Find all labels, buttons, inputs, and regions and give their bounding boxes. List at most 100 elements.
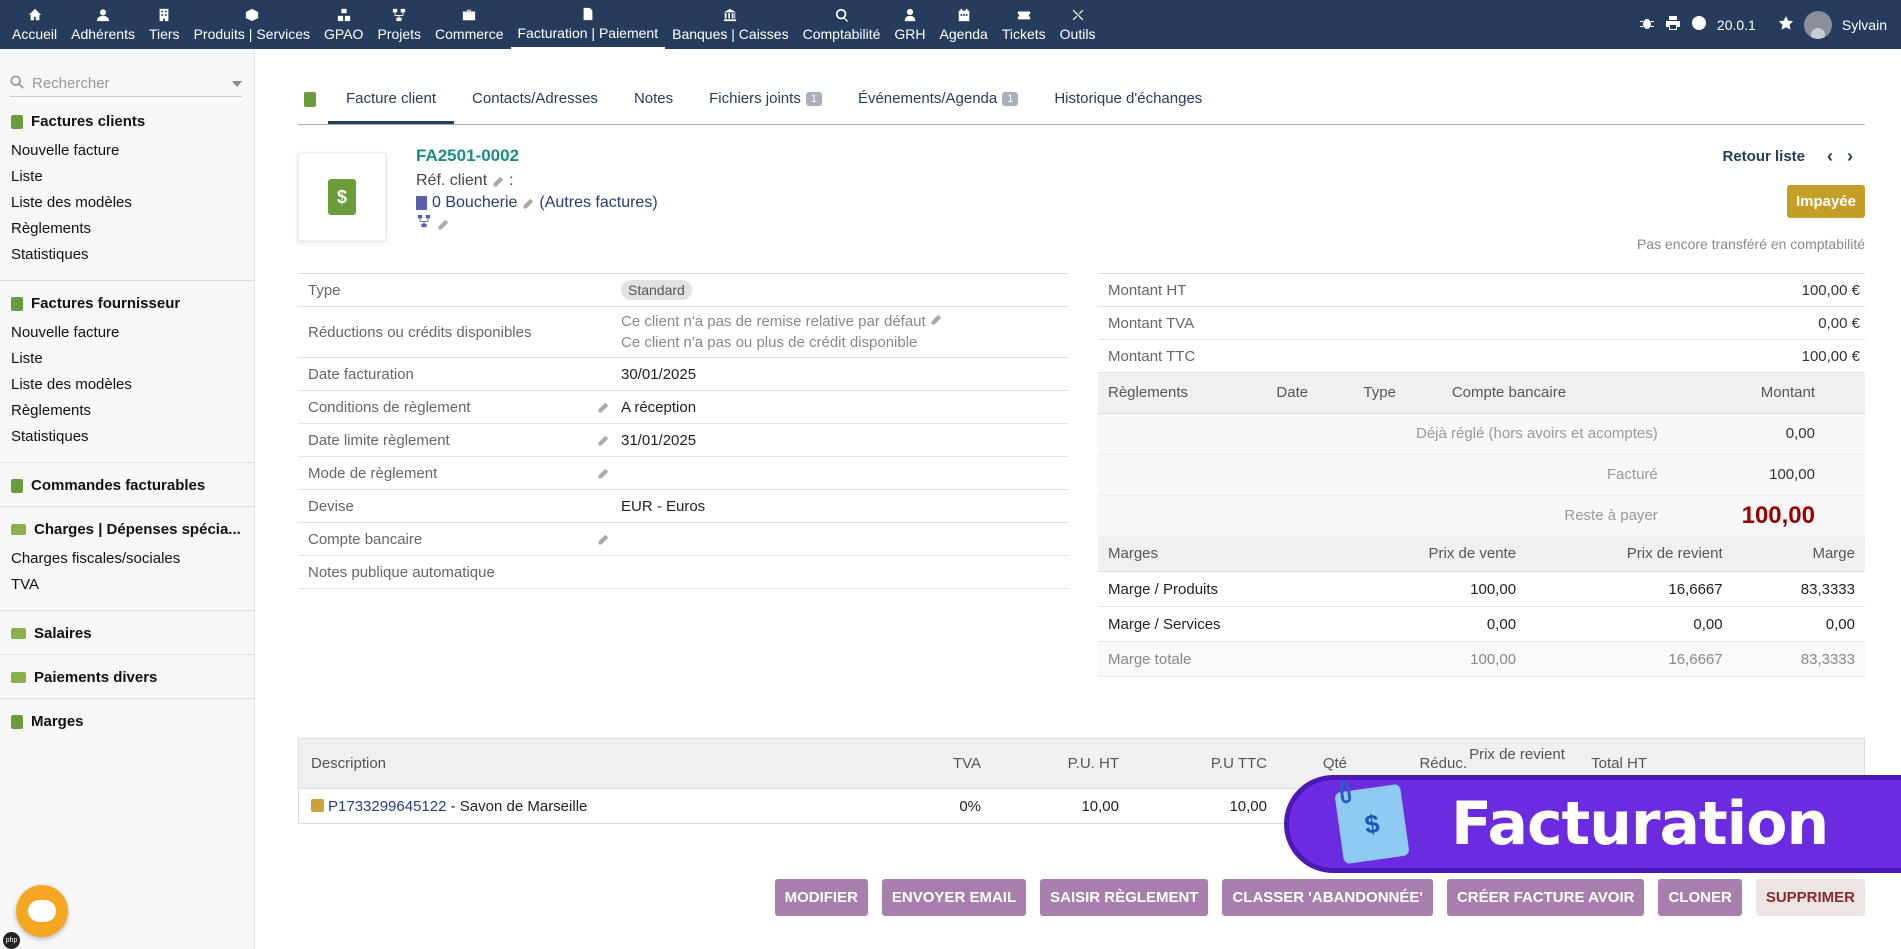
sidebar-item[interactable]: Règlements: [11, 216, 243, 242]
invoice-icon: [580, 6, 596, 22]
bank-icon: [722, 7, 738, 23]
modify-button[interactable]: MODIFIER: [774, 879, 868, 916]
search-icon: [10, 74, 24, 93]
sidebar-title[interactable]: Factures fournisseur: [11, 295, 243, 312]
tab-badge: 1: [805, 91, 822, 106]
topnav-projets[interactable]: Projets: [370, 0, 428, 49]
delete-button[interactable]: SUPPRIMER: [1755, 879, 1865, 916]
sidebar-item[interactable]: Statistiques: [11, 424, 243, 450]
sidebar-item[interactable]: Liste des modèles: [11, 190, 243, 216]
topnav-banques[interactable]: Banques | Caisses: [665, 0, 795, 49]
sidebar-item[interactable]: Nouvelle facture: [11, 138, 243, 164]
edit-pencil-icon[interactable]: [492, 175, 504, 187]
edit-pencil-icon[interactable]: [437, 218, 449, 230]
topnav-grh[interactable]: GRH: [887, 0, 932, 49]
topnav-outils[interactable]: Outils: [1053, 0, 1103, 49]
topnav-agenda[interactable]: Agenda: [933, 0, 995, 49]
tab-fichiers-joints[interactable]: Fichiers joints 1: [691, 90, 840, 124]
topnav-tickets[interactable]: Tickets: [995, 0, 1053, 49]
search-input[interactable]: Rechercher: [32, 75, 110, 92]
back-to-list-link[interactable]: Retour liste: [1722, 148, 1805, 165]
field-row: Mode de règlement: [298, 457, 1068, 490]
sidebar-title[interactable]: Commandes facturables: [11, 477, 243, 494]
clone-button[interactable]: CLONER: [1658, 879, 1742, 916]
chevron-down-icon[interactable]: [232, 80, 242, 87]
sidebar-item[interactable]: Règlements: [11, 398, 243, 424]
table-row: Déjà réglé (hors avoirs et acomptes) 0,0…: [1098, 413, 1865, 455]
status-badge: Impayée: [1786, 185, 1865, 218]
field-row: Réductions ou crédits disponibles Ce cli…: [298, 307, 1068, 358]
topnav-gpao[interactable]: GPAO: [317, 0, 370, 49]
product-link[interactable]: P1733299645122: [328, 798, 446, 815]
sidebar-title[interactable]: Paiements divers: [11, 669, 243, 686]
thirdparty-link[interactable]: 0 Boucherie: [432, 194, 517, 212]
topnav-produits[interactable]: Produits | Services: [187, 0, 317, 49]
avatar[interactable]: [1803, 10, 1832, 39]
field-label: Mode de règlement: [298, 465, 621, 482]
topnav-adherents[interactable]: Adhérents: [64, 0, 142, 49]
thirdparty-line: 0 Boucherie (Autres factures): [416, 194, 658, 212]
invoice-ref: FA2501-0002: [416, 146, 520, 165]
tab-notes[interactable]: Notes: [616, 90, 691, 124]
sidebar-title[interactable]: Factures clients: [11, 113, 243, 130]
amount-due: 100,00: [1667, 495, 1825, 537]
topnav-facturation[interactable]: Facturation | Paiement: [510, 0, 666, 49]
sidebar-item[interactable]: Statistiques: [11, 242, 243, 268]
edit-pencil-icon[interactable]: [930, 311, 942, 325]
tab-badge: 1: [1002, 91, 1019, 106]
tab-evenements[interactable]: Événements/Agenda 1: [840, 90, 1036, 124]
bookmark-star-icon[interactable]: [1778, 15, 1794, 34]
promo-banner: $ Facturation: [1284, 775, 1901, 873]
field-value: [621, 568, 1068, 576]
credit-note-button[interactable]: CRÉER FACTURE AVOIR: [1446, 879, 1645, 916]
sidebar-item[interactable]: TVA: [11, 572, 243, 598]
amount-row: Montant TTC 100,00 €: [1098, 340, 1865, 373]
php-debug-icon[interactable]: php: [3, 932, 20, 949]
other-invoices-link[interactable]: (Autres factures): [539, 194, 657, 212]
sidebar-title[interactable]: Marges: [11, 713, 243, 730]
sidebar-item[interactable]: Charges fiscales/sociales: [11, 546, 243, 572]
topnav-commerce[interactable]: Commerce: [428, 0, 510, 49]
edit-pencil-icon[interactable]: [597, 467, 609, 479]
sidebar: Rechercher Factures clients Nouvelle fac…: [0, 49, 255, 949]
help-icon[interactable]: [1691, 15, 1707, 34]
edit-pencil-icon[interactable]: [597, 401, 609, 413]
topnav-accueil[interactable]: Accueil: [5, 0, 64, 49]
sidebar-title[interactable]: Salaires: [11, 625, 243, 642]
column-header: Règlements: [1098, 373, 1267, 414]
sidebar-item[interactable]: Liste: [11, 346, 243, 372]
enter-payment-button[interactable]: SAISIR RÈGLEMENT: [1040, 879, 1209, 916]
sidebar-item[interactable]: Nouvelle facture: [11, 320, 243, 346]
sidebar-title[interactable]: Charges | Dépenses spécia...: [11, 521, 243, 538]
tab-historique[interactable]: Historique d'échanges: [1036, 90, 1220, 124]
chevron-left-icon[interactable]: ‹: [1827, 146, 1833, 167]
calculator-icon: [11, 714, 23, 729]
bug-icon[interactable]: [1639, 15, 1655, 34]
abandon-button[interactable]: CLASSER 'ABANDONNÉE': [1222, 879, 1433, 916]
money-bill-icon: [11, 524, 26, 535]
tab-contacts[interactable]: Contacts/Adresses: [454, 90, 616, 124]
edit-pencil-icon[interactable]: [522, 197, 534, 209]
edit-pencil-icon[interactable]: [597, 434, 609, 446]
sidebar-group-marges: Marges: [0, 698, 254, 730]
sidebar-group-charges: Charges | Dépenses spécia... Charges fis…: [0, 506, 254, 598]
topnav-comptabilite[interactable]: Comptabilité: [796, 0, 888, 49]
print-icon[interactable]: [1665, 15, 1681, 34]
sidebar-item[interactable]: Liste des modèles: [11, 372, 243, 398]
edit-pencil-icon[interactable]: [597, 533, 609, 545]
sidebar-group-paiements-divers: Paiements divers: [0, 654, 254, 686]
tab-facture-client[interactable]: Facture client: [328, 90, 455, 124]
send-email-button[interactable]: ENVOYER EMAIL: [881, 879, 1027, 916]
field-label: Notes publique automatique: [308, 563, 495, 581]
chat-widget-icon[interactable]: [16, 885, 68, 937]
topnav-tiers[interactable]: Tiers: [142, 0, 187, 49]
column-header: Type: [1353, 373, 1442, 414]
user-icon: [95, 7, 111, 23]
user-name[interactable]: Sylvain: [1842, 17, 1887, 33]
sidebar-search[interactable]: Rechercher: [10, 71, 242, 97]
invoice-icon: [11, 296, 23, 311]
invoice-ref-block: FA2501-0002 Réf. client : 0 Boucherie (A…: [416, 146, 658, 233]
chevron-right-icon[interactable]: ›: [1847, 146, 1853, 167]
sidebar-item[interactable]: Liste: [11, 164, 243, 190]
user-tie-icon: [902, 7, 918, 23]
